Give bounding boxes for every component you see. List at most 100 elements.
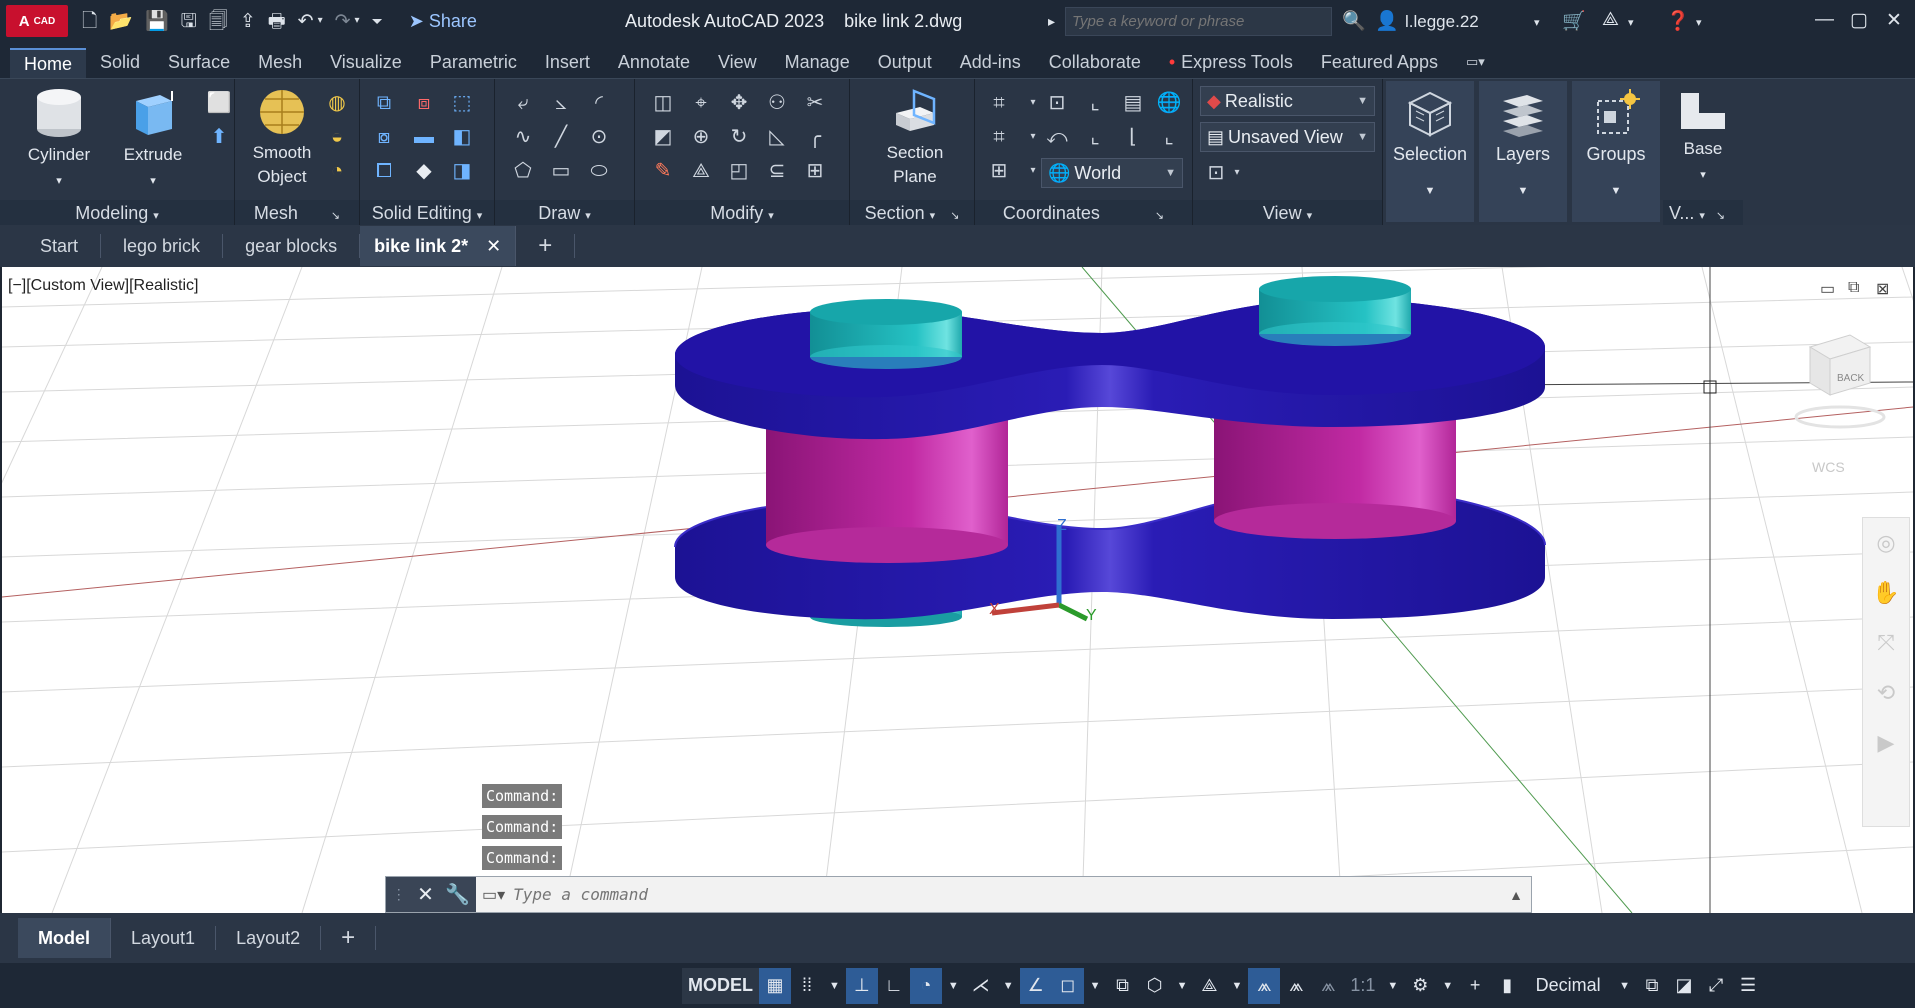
panel-base-view-title[interactable]: V... ▾ ↘ <box>1663 200 1743 226</box>
tab-parametric[interactable]: Parametric <box>416 48 531 78</box>
tab-home[interactable]: Home <box>10 48 87 78</box>
extrude-faces-icon[interactable]: ◧ <box>448 123 476 151</box>
zoom-extents-icon[interactable]: ⤧ <box>1863 618 1909 668</box>
new-tab-button[interactable]: + <box>516 234 576 258</box>
object-snap-tracking-toggle[interactable]: ∠ <box>1019 967 1052 1004</box>
customize-wrench-icon[interactable]: 🔧 <box>445 882 470 907</box>
ucs-named-icon[interactable]: ▤ <box>1119 89 1147 117</box>
polyline-icon[interactable]: ⤶ <box>509 89 537 117</box>
app-dropdown-icon[interactable]: ▾ <box>1628 16 1634 29</box>
tab-featured-apps[interactable]: Featured Apps <box>1307 48 1452 78</box>
3d-array-icon[interactable]: ⚇ <box>763 89 791 117</box>
intersect-icon[interactable]: ⧇ <box>370 123 398 151</box>
save-as-icon[interactable]: 🖫 <box>181 12 197 31</box>
open-web-icon[interactable]: 🗐 <box>209 12 228 31</box>
customize-qat-icon[interactable]: ⏷ <box>372 14 383 28</box>
interfere-icon[interactable]: ⧠ <box>370 157 398 185</box>
viewport-controls-label[interactable]: [−][Custom View][Realistic] <box>8 277 198 295</box>
user-dropdown-icon[interactable]: ▾ <box>1534 16 1540 29</box>
ucs-z-icon[interactable]: ⌊ <box>1119 123 1147 151</box>
command-input[interactable] <box>505 885 1510 904</box>
grip-icon[interactable]: ⋮ <box>392 886 406 903</box>
ellipse-icon[interactable]: ⬭ <box>585 157 613 185</box>
osnap-dropdown-icon[interactable]: ▼ <box>1084 968 1107 1004</box>
mesh-refine-icon[interactable]: ◒ <box>323 123 351 151</box>
save-icon[interactable]: 💾 <box>145 12 169 31</box>
annotation-scale-icon[interactable]: ⩕ <box>1312 968 1344 1004</box>
array-icon[interactable]: ⊞ <box>801 157 829 185</box>
extrude-button[interactable]: Extrude ▾ <box>114 87 192 193</box>
ucs-world-icon[interactable]: 🌐 <box>1155 89 1183 117</box>
ucs-icon-properties-icon[interactable]: ⊞ <box>985 157 1013 185</box>
redo-dropdown-icon[interactable]: ▾ <box>355 16 360 26</box>
slice-icon[interactable]: ▬ <box>410 123 438 151</box>
tab-visualize[interactable]: Visualize <box>316 48 416 78</box>
snap-toggle[interactable]: ⁞⁞ <box>791 968 823 1004</box>
base-button[interactable]: Base ▾ <box>1669 89 1737 187</box>
quick-properties-toggle[interactable]: ⧉ <box>1636 968 1668 1004</box>
panel-modeling-title[interactable]: Modeling ▾ <box>0 200 234 226</box>
extract-edges-icon[interactable]: ⬚ <box>448 89 476 117</box>
dynamic-ucs-toggle[interactable]: ⟁ <box>1193 968 1225 1004</box>
recent-commands-icon[interactable]: ▭▾ <box>482 885 505 905</box>
panel-view-title[interactable]: View ▾ <box>1193 200 1382 226</box>
tab-mesh[interactable]: Mesh <box>244 48 316 78</box>
help-dropdown-icon[interactable]: ▾ <box>1696 16 1702 29</box>
doc-tab-lego-brick[interactable]: lego brick <box>101 234 224 258</box>
layout-tab-layout2[interactable]: Layout2 <box>216 926 322 950</box>
viewport-minimize-icon[interactable]: ▭ <box>1820 279 1835 299</box>
close-tab-icon[interactable]: ✕ <box>486 236 501 256</box>
save-web-icon[interactable]: ⇪ <box>240 12 256 31</box>
3d-scale-icon[interactable]: ⟁ <box>687 157 715 185</box>
doc-tab-bike-link-2[interactable]: bike link 2* ✕ <box>360 226 517 266</box>
thicken-icon[interactable]: ◆ <box>410 157 438 185</box>
3d-osnap-dropdown-icon[interactable]: ▼ <box>1171 968 1194 1004</box>
units-dropdown-icon[interactable]: ▼ <box>1613 968 1636 1004</box>
union-icon[interactable]: ⧉ <box>370 89 398 117</box>
ucs-object-icon[interactable]: ⊡ <box>1043 89 1071 117</box>
open-folder-icon[interactable]: 📂 <box>109 12 133 31</box>
orbit-icon[interactable]: ⟲ <box>1863 668 1909 718</box>
line-icon[interactable]: ╱ <box>547 123 575 151</box>
dynamic-ucs-dropdown-icon[interactable]: ▼ <box>1225 968 1248 1004</box>
section-plane-button[interactable]: Section Plane <box>875 87 955 189</box>
polygon-icon[interactable]: ⬠ <box>509 157 537 185</box>
tab-surface[interactable]: Surface <box>154 48 244 78</box>
polar-dropdown-icon[interactable]: ▼ <box>942 968 965 1004</box>
box-tool-icon[interactable]: ⬜ <box>205 89 233 117</box>
workspace-gear-button[interactable]: ⚙ <box>1404 968 1436 1004</box>
viewport-restore-icon[interactable]: ⧉ <box>1848 279 1859 297</box>
smooth-object-button[interactable]: Smooth Object <box>247 87 317 189</box>
annotation-visibility-toggle[interactable]: ⩕ <box>1248 967 1281 1004</box>
snap-dropdown-icon[interactable]: ▼ <box>823 968 846 1004</box>
3d-rotate-icon[interactable]: ⌖ <box>687 89 715 117</box>
viewport-config-dropdown-icon[interactable]: ▾ <box>1223 159 1251 187</box>
ucs-face-icon[interactable]: ⌗ <box>985 123 1013 151</box>
pan-icon[interactable]: ✋ <box>1863 568 1909 618</box>
showmotion-icon[interactable]: ▶ <box>1863 718 1909 768</box>
trim-icon[interactable]: ✂ <box>801 89 829 117</box>
polar-tracking-toggle[interactable]: ◔ <box>909 967 942 1004</box>
separate-icon[interactable]: ◨ <box>448 157 476 185</box>
3d-osnap-toggle[interactable]: ⬡ <box>1139 968 1171 1004</box>
autodesk-app-icon[interactable]: ⟁ <box>1602 9 1619 31</box>
rotate-icon[interactable]: ↻ <box>725 123 753 151</box>
mesh-box-icon[interactable]: ◍ <box>323 89 351 117</box>
ucs-icon[interactable]: ⌗ <box>985 89 1013 117</box>
tab-view[interactable]: View <box>704 48 771 78</box>
close-icon[interactable]: ✕ <box>1886 9 1902 32</box>
rectangle-icon[interactable]: ▭ <box>547 157 575 185</box>
erase-icon[interactable]: ✎ <box>649 157 677 185</box>
cart-icon[interactable]: 🛒 <box>1562 9 1586 33</box>
subtract-icon[interactable]: ⧈ <box>410 89 438 117</box>
search-input[interactable] <box>1065 7 1332 36</box>
auto-scale-toggle[interactable]: ⩕ <box>1280 968 1312 1004</box>
ucs-3point-icon[interactable]: ⌞ <box>1081 89 1109 117</box>
panel-draw-title[interactable]: Draw ▾ <box>495 200 634 226</box>
ucs-world-combo[interactable]: 🌐 World ▼ <box>1041 158 1183 188</box>
search-icon[interactable]: 🔍 <box>1342 9 1366 33</box>
annotation-scale-button[interactable]: 1:1 <box>1344 968 1381 1004</box>
3d-polyline-icon[interactable]: ⦣ <box>547 89 575 117</box>
undo-icon[interactable]: ↶ <box>298 12 314 31</box>
plot-icon[interactable]: 🖶 <box>268 12 286 31</box>
